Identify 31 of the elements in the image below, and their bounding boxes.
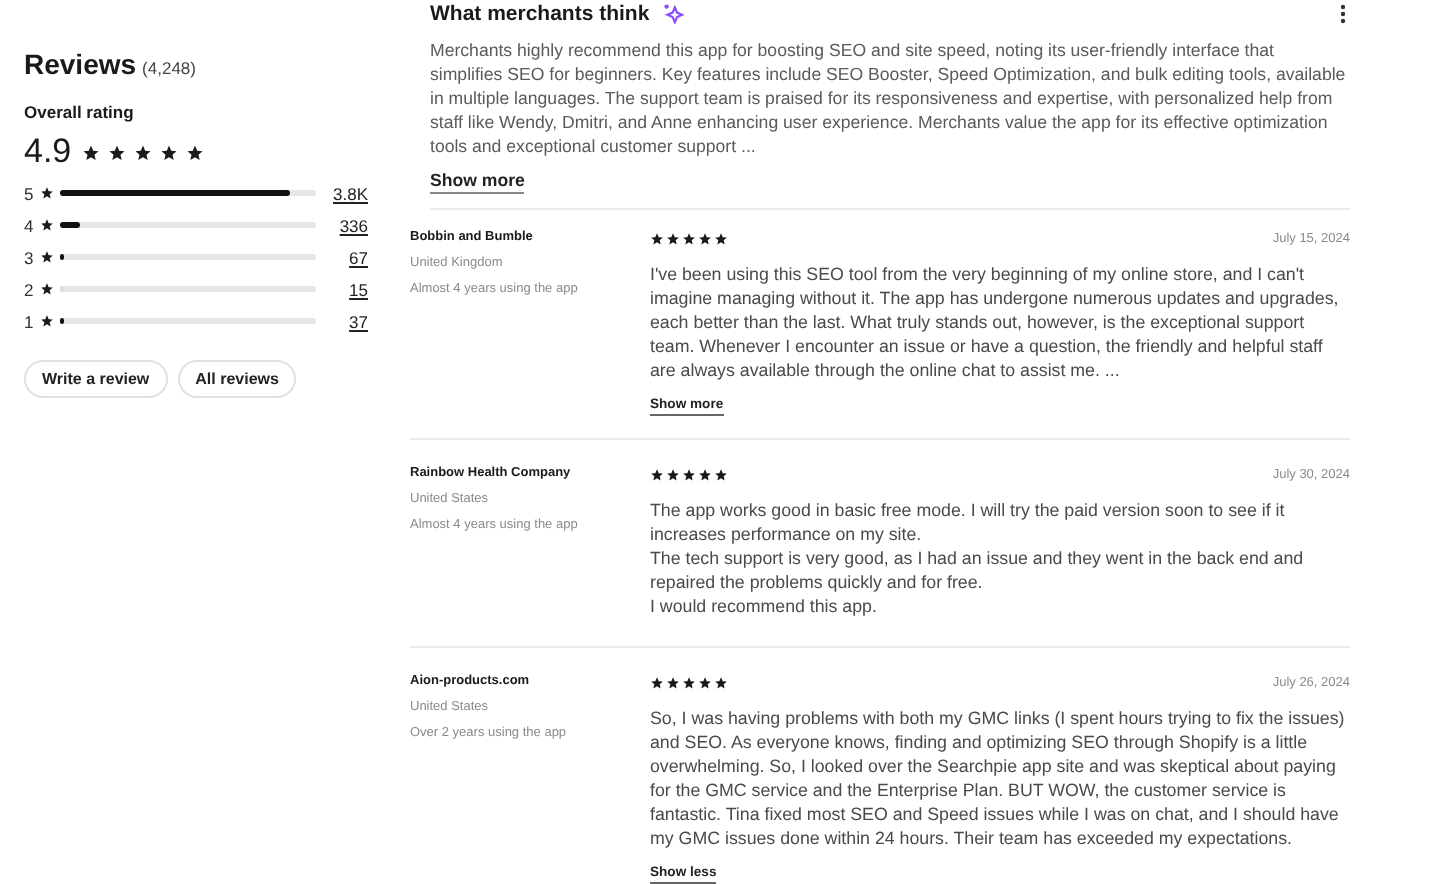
review-count-link[interactable]: 67	[324, 247, 368, 267]
review-text: I've been using this SEO tool from the very beginning of my online store, and I can't imagine managing without it. The app has undergone numerous updates and upgrades, each better than the last. What truly stands out, however, is the exceptional support team. Whenever I encounter an issue or have a question, the friendly and helpful staff are always available through the online chat to assist me. ...	[650, 262, 1341, 382]
star-level: 2	[24, 279, 36, 299]
review-total: (4,248)	[142, 58, 196, 78]
review-text: I would recommend this app.	[650, 594, 879, 618]
summary-text: Merchants highly recommend this app for boosting SEO and site speed, noting its user-friendly interface that simplifies SEO for beginners. Key features include SEO Booster, Speed Optimization, and bulk editing tools, available in multiple languages. The support team is praised for its responsiveness and expertise, with personalized help from staff like Wendy, Dmitri, and Anne enhancing user experience. Merchants value the app for its effective optimization tools and exceptional customer support ...	[430, 38, 1348, 158]
write-review-button[interactable]: Write a review	[24, 360, 168, 398]
review-count-link[interactable]: 336	[324, 215, 368, 235]
star-icon	[40, 218, 54, 232]
review-count-link[interactable]: 15	[324, 279, 368, 299]
reviews-heading: Reviews	[24, 48, 137, 80]
show-more-link[interactable]: Show more	[430, 170, 525, 194]
star-icon	[40, 250, 54, 264]
average-rating: 4.9	[24, 132, 72, 172]
overall-rating-label: Overall rating	[24, 102, 136, 122]
star-level: 3	[24, 247, 36, 267]
more-options-icon[interactable]	[1340, 3, 1346, 23]
review-text: The tech support is very good, as I had an issue and they went in the back end and repaired the problems quickly and for free.	[650, 546, 1306, 594]
star-icon	[40, 282, 54, 296]
star-icon	[40, 314, 54, 328]
review-text: The app works good in basic free mode. I will try the paid version soon to see if it increases performance on my site.	[650, 498, 1287, 546]
star-icon	[40, 186, 54, 200]
star-level: 4	[24, 215, 36, 235]
review-count-link[interactable]: 37	[324, 311, 368, 331]
star-level: 5	[24, 183, 36, 203]
star-level: 1	[24, 311, 36, 331]
review-count-link[interactable]: 3.8K	[324, 183, 368, 203]
summary-heading: What merchants think	[430, 1, 650, 25]
review-text: So, I was having problems with both my GMC links (I spent hours trying to fix the issues) and SEO. As everyone knows, finding and optimizing SEO through Shopify is a little overwhelming. So, I looked over the Searchpie app site and was skeptical about paying for the GMC service and the Enterprise Plan. BUT WOW, the customer service is fantastic. Tina fixed most SEO and Speed issues while I was on chat, and I should have my GMC issues done within 24 hours. Their team has exceeded my expectations.	[650, 706, 1347, 850]
all-reviews-button[interactable]: All reviews	[177, 360, 297, 398]
sparkle-icon	[661, 2, 684, 24]
